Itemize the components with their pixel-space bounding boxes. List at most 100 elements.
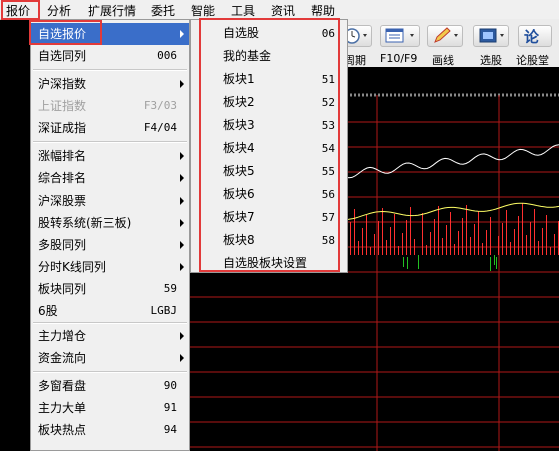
volume-bar [494, 255, 495, 265]
menu-item-label: 沪深指数 [38, 77, 87, 91]
submenu-arrow-icon [180, 80, 184, 88]
menu-bar: 报价 分析 扩展行情 委托 智能 工具 资讯 帮助 [0, 0, 559, 20]
menu-weituo[interactable]: 委托 [151, 2, 175, 19]
submenu-item-zixuangu[interactable]: 自选股 06 [191, 22, 347, 45]
submenu-item-bankuai-5[interactable]: 板块5 55 [191, 160, 347, 183]
menu-zixun[interactable]: 资讯 [271, 2, 295, 19]
forum-logo-icon: 论 [524, 28, 540, 46]
volume-bar [454, 244, 455, 255]
chart-screen-icon [479, 28, 504, 43]
menu-item-shortcut: 59 [163, 282, 177, 295]
menu-fenxi[interactable]: 分析 [47, 2, 71, 19]
menu-item-shenzheng-chengzhi[interactable]: 深证成指 F4/04 [31, 117, 189, 139]
submenu-item-bankuai-3[interactable]: 板块3 53 [191, 114, 347, 137]
menu-zhineng[interactable]: 智能 [191, 2, 215, 19]
volume-bar [502, 223, 503, 255]
submenu-arrow-icon [180, 241, 184, 249]
submenu-item-bankuai-1[interactable]: 板块1 51 [191, 68, 347, 91]
volume-bar [407, 257, 408, 269]
forum-button[interactable]: 论 [518, 25, 552, 47]
volume-bar [490, 217, 491, 255]
menu-item-zijin-liuxiang[interactable]: 资金流向 [31, 347, 189, 369]
menu-item-guzhuan-xitong[interactable]: 股转系统(新三板) [31, 212, 189, 234]
submenu-arrow-icon [180, 354, 184, 362]
volume-bar [506, 210, 507, 255]
menu-item-label: 自选报价 [38, 27, 87, 41]
menu-item-shortcut: 91 [163, 401, 177, 414]
menu-item-zixuan-baojia[interactable]: 自选报价 [31, 23, 189, 45]
menu-item-zhangfu-paiming[interactable]: 涨幅排名 [31, 145, 189, 167]
volume-bar [398, 246, 399, 255]
menu-item-label: 多窗看盘 [38, 379, 87, 393]
volume-bar [394, 214, 395, 255]
volume-bar [530, 222, 531, 255]
menu-item-bankuai-tonglie[interactable]: 板块同列 59 [31, 278, 189, 300]
watchlist-submenu: 自选股 06 我的基金 板块1 51 板块2 52 板块3 53 板块4 54 板块5 55 板块6 56 板… [190, 19, 348, 273]
menu-kuozhan-hangqing[interactable]: 扩展行情 [88, 2, 136, 19]
menu-item-label: 上证指数 [38, 99, 87, 113]
submenu-item-label: 我的基金 [223, 49, 272, 63]
submenu-item-shortcut: 06 [321, 27, 335, 40]
volume-bar [414, 239, 415, 255]
f10-document-icon [385, 28, 414, 43]
submenu-item-zixuangu-bankuai-shezhi[interactable]: 自选股板块设置 [191, 252, 347, 275]
menu-item-zonghe-paiming[interactable]: 综合排名 [31, 167, 189, 189]
menu-item-hushen-zhishu[interactable]: 沪深指数 [31, 73, 189, 95]
menu-item-label: 主力大单 [38, 401, 87, 415]
menu-bangzhu[interactable]: 帮助 [311, 2, 335, 19]
menu-item-label: 综合排名 [38, 171, 87, 185]
volume-bar [550, 247, 551, 255]
menu-gongju[interactable]: 工具 [231, 2, 255, 19]
volume-bar [514, 229, 515, 255]
submenu-item-bankuai-7[interactable]: 板块7 57 [191, 206, 347, 229]
stock-picker-button[interactable] [473, 25, 509, 47]
volume-bar [478, 211, 479, 255]
volume-bar [382, 208, 383, 255]
menu-item-zixuan-tonglie[interactable]: 自选同列 006 [31, 45, 189, 67]
menu-item-label: 自选同列 [38, 49, 87, 63]
volume-bar [542, 228, 543, 255]
submenu-item-wode-jijin[interactable]: 我的基金 [191, 45, 347, 68]
menu-item-zhuli-zengcang[interactable]: 主力增仓 [31, 325, 189, 347]
menu-item-zhuli-dadan[interactable]: 主力大单 91 [31, 397, 189, 419]
submenu-item-bankuai-2[interactable]: 板块2 52 [191, 91, 347, 114]
submenu-arrow-icon [180, 174, 184, 182]
volume-bar [446, 225, 447, 255]
volume-bar [462, 218, 463, 255]
menu-item-duogu-tonglie[interactable]: 多股同列 [31, 234, 189, 256]
submenu-item-bankuai-6[interactable]: 板块6 56 [191, 183, 347, 206]
draw-line-button[interactable] [427, 25, 463, 47]
submenu-item-label: 板块1 [223, 72, 255, 86]
submenu-item-shortcut: 57 [321, 211, 335, 224]
volume-bar [370, 247, 371, 255]
submenu-item-shortcut: 58 [321, 234, 335, 247]
menu-baojia[interactable]: 报价 [6, 2, 30, 19]
menu-item-shortcut: 006 [157, 49, 177, 62]
volume-bar [438, 206, 439, 255]
submenu-item-shortcut: 56 [321, 188, 335, 201]
menu-item-6gu[interactable]: 6股 LGBJ [31, 300, 189, 322]
submenu-item-label: 自选股 [223, 26, 260, 40]
volume-bar [498, 236, 499, 255]
volume-bar [486, 230, 487, 255]
volume-bar [534, 209, 535, 255]
menu-item-hushen-gupiao[interactable]: 沪深股票 [31, 190, 189, 212]
menu-item-label: 板块热点 [38, 423, 87, 437]
quote-menu: 自选报价 自选同列 006 沪深指数 上证指数 F3/03 深证成指 F4/04 涨幅排名 综合排… [30, 19, 190, 451]
menu-item-shortcut: LGBJ [150, 304, 178, 317]
menu-item-fenshi-kxian-tonglie[interactable]: 分时K线同列 [31, 256, 189, 278]
average-price-line [339, 202, 559, 221]
volume-bar [482, 243, 483, 255]
volume-bar [522, 203, 523, 255]
volume-bar [526, 235, 527, 255]
submenu-item-label: 板块8 [223, 233, 255, 247]
menu-item-duochuang-kanpan[interactable]: 多窗看盘 90 [31, 375, 189, 397]
submenu-item-bankuai-8[interactable]: 板块8 58 [191, 229, 347, 252]
volume-bar [426, 245, 427, 255]
f10-button[interactable] [380, 25, 420, 47]
menu-item-bankuai-redian[interactable]: 板块热点 94 [31, 419, 189, 441]
volume-bar [554, 234, 555, 255]
menu-item-label: 分时K线同列 [38, 260, 106, 274]
submenu-item-bankuai-4[interactable]: 板块4 54 [191, 137, 347, 160]
volume-bar [390, 227, 391, 255]
